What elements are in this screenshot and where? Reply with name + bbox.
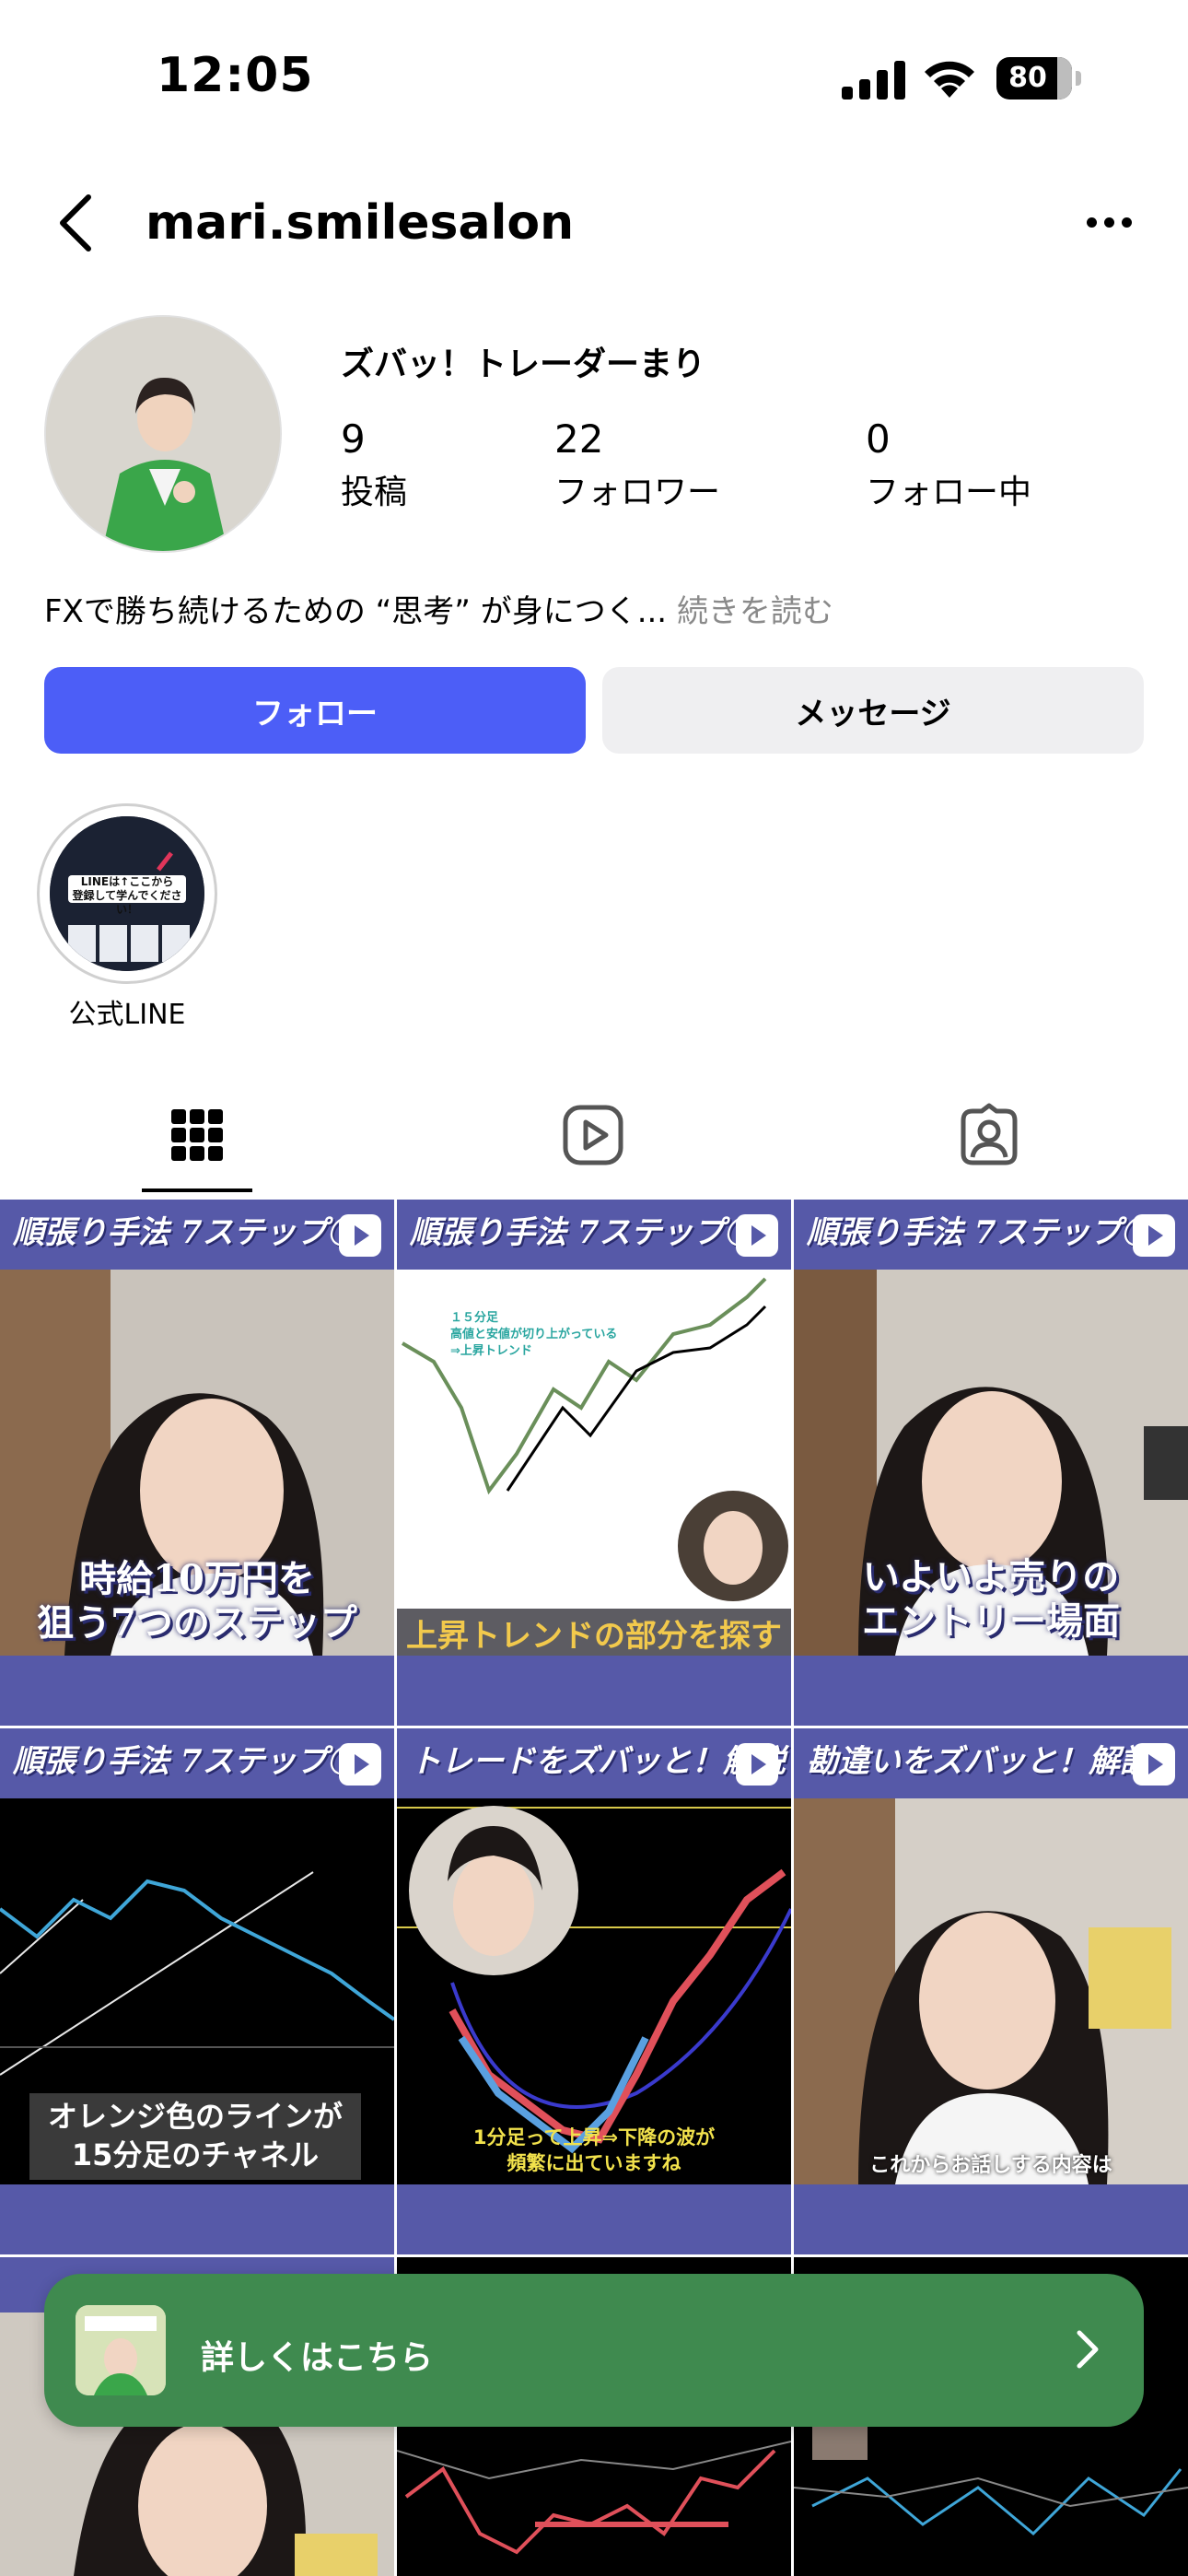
battery-icon: 80 (996, 57, 1081, 100)
post-header: 順張り手法 7ステップ① (807, 1214, 1153, 1251)
chevron-right-icon (1077, 2330, 1099, 2369)
chart-note-2: 高値と安値が切り上がっている (450, 1328, 618, 1341)
post-tile[interactable]: １５分足 高値と安値が切り上がっている ⇒上昇トレンド 順張り手法 7ステップ①… (397, 1200, 791, 1726)
reel-icon (339, 1214, 381, 1257)
post-caption-line-1: 時給10万円を (79, 1557, 315, 1600)
post-header: トレードをズバッと！解説 (410, 1743, 786, 1780)
post-tile[interactable]: 順張り手法 7ステップ① 時給10万円を 狙う7つのステップ (0, 1200, 394, 1726)
post-caption-line-1: いよいよ売りの (862, 1555, 1120, 1598)
posts-count[interactable]: 9 (341, 416, 366, 462)
posts-label[interactable]: 投稿 (341, 465, 407, 513)
post-tile[interactable]: 順張り手法 7ステップ① オレンジ色のラインが 15分足のチャネル (0, 1728, 394, 2254)
reel-icon (736, 1743, 778, 1786)
profile-username: mari.smilesalon (146, 195, 575, 251)
status-time: 12:05 (157, 48, 314, 103)
post-header: 順張り手法 7ステップ① (410, 1214, 756, 1251)
promo-label: 詳しくはこちら (201, 2339, 434, 2377)
display-name: ズバッ！トレーダーまり (341, 345, 706, 383)
reel-icon (339, 1743, 381, 1786)
battery-level: 80 (1008, 62, 1047, 94)
cellular-signal-icon (842, 59, 906, 100)
post-caption-line-2: 頻繁に出ていますね (507, 2152, 681, 2174)
following-label[interactable]: フォロー中 (866, 465, 1031, 513)
post-caption-line-1: 上昇トレンドの部分を探す (406, 1618, 782, 1655)
active-tab-indicator (142, 1188, 252, 1192)
reel-icon (1133, 1214, 1175, 1257)
following-count[interactable]: 0 (866, 416, 891, 462)
tagged-icon[interactable] (956, 1102, 1022, 1168)
chart-note-1: １５分足 (450, 1311, 499, 1325)
post-caption-line-1: これからお話しする内容は (869, 2154, 1112, 2177)
post-tile[interactable]: 勘違いをズバッと！解説 これからお話しする内容は (794, 1728, 1188, 2254)
post-caption-line-2: エントリー場面 (862, 1599, 1120, 1643)
post-caption-line-1: 1分足って上昇⇒下降の波が (472, 2126, 716, 2149)
grid-icon[interactable] (164, 1102, 230, 1168)
followers-count[interactable]: 22 (554, 416, 603, 462)
follow-button[interactable]: フォロー (44, 667, 586, 754)
post-header: 順張り手法 7ステップ① (13, 1743, 359, 1780)
post-caption-line-2: 狙う7つのステップ (37, 1601, 357, 1645)
post-tile[interactable]: トレードをズバッと！解説 1分足って上昇⇒下降の波が 頻繁に出ていますね (397, 1728, 791, 2254)
highlight-label: 公式LINE (68, 999, 186, 1031)
post-header: 順張り手法 7ステップ① (13, 1214, 359, 1251)
post-caption-line-2: 15分足のチャネル (71, 2137, 320, 2172)
highlight-cover-text-1: LINEは↑ここから (80, 875, 174, 888)
reel-icon (736, 1214, 778, 1257)
post-caption-line-1: オレンジ色のラインが (47, 2099, 343, 2134)
post-header: 勘違いをズバッと！解説 (807, 1743, 1151, 1780)
profile-avatar[interactable] (44, 315, 282, 553)
bio-more-link[interactable]: 続きを読む (677, 593, 833, 630)
followers-label[interactable]: フォロワー (554, 465, 720, 513)
chart-note-3: ⇒上昇トレンド (450, 1344, 532, 1358)
reel-icon (1133, 1743, 1175, 1786)
message-button[interactable]: メッセージ (602, 667, 1144, 754)
highlight-cover[interactable]: LINEは↑ここから 登録して学んでください！ (50, 816, 204, 971)
profile-bio: FXで勝ち続けるための “思考” が身につく... 続きを読む (44, 586, 833, 631)
post-tile[interactable]: 順張り手法 7ステップ① いよいよ売りの エントリー場面 (794, 1200, 1188, 1726)
highlight-cover-text-2: 登録して学んでください！ (72, 889, 182, 916)
more-options-icon[interactable] (1087, 217, 1133, 228)
wifi-icon (925, 61, 974, 98)
bio-text: FXで勝ち続けるための “思考” が身につく... (44, 593, 668, 630)
reels-icon[interactable] (560, 1102, 626, 1168)
back-icon[interactable] (57, 193, 94, 252)
promo-thumbnail (76, 2305, 166, 2395)
